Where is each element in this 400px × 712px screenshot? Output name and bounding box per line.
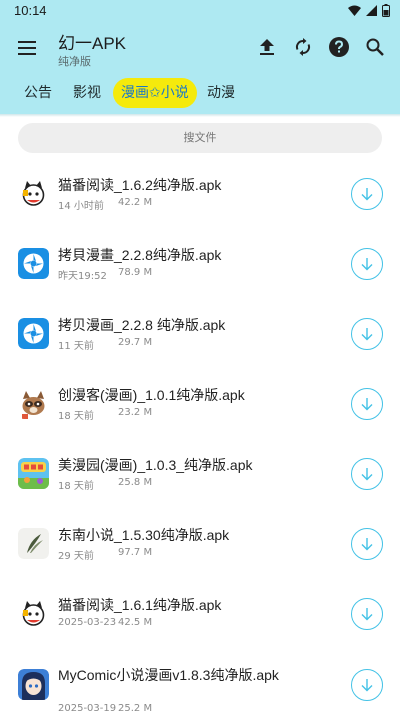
file-size: 42.5 M [118,617,153,628]
status-time: 10:14 [14,3,47,18]
download-button[interactable] [351,248,383,280]
download-icon [361,608,373,621]
copy-manga-icon [18,318,49,349]
file-time: 昨天19:52 [58,271,107,282]
signal-icon [366,5,377,16]
download-icon [361,188,373,201]
app-title: 幻一APK [58,34,127,53]
list-item[interactable]: 东南小说_1.5.30纯净版.apk 29 天前 97.7 M [0,508,400,578]
file-name: 东南小说_1.5.30纯净版.apk [58,527,230,543]
menu-button[interactable] [14,35,40,61]
file-size: 97.7 M [118,547,153,558]
hamburger-icon [18,41,36,55]
file-name: 猫番阅读_1.6.1纯净版.apk [58,597,222,613]
cat-reader-icon [18,178,49,209]
copy-manga-icon [18,248,49,279]
file-name: 拷貝漫畫_2.2.8纯净版.apk [58,247,222,263]
list-item[interactable]: 拷貝漫畫_2.2.8纯净版.apk 昨天19:52 78.9 M [0,228,400,298]
file-time: 2025-03-19 [58,703,117,712]
download-button[interactable] [351,318,383,350]
list-item[interactable]: MyComic小说漫画v1.8.3纯净版.apk 2025-03-19 25.2 … [0,655,400,712]
download-icon [361,538,373,551]
download-button[interactable] [351,178,383,210]
file-time: 29 天前 [58,551,94,562]
search-button[interactable] [364,36,386,58]
list-item[interactable]: 创漫客(漫画)_1.0.1纯净版.apk 18 天前 23.2 M [0,368,400,438]
refresh-button[interactable] [292,36,314,58]
file-name: 猫番阅读_1.6.2纯净版.apk [58,177,222,193]
status-icons [348,4,390,17]
app-subtitle: 纯净版 [58,55,91,68]
download-icon [361,398,373,411]
feather-icon [18,528,49,559]
list-item[interactable]: 拷贝漫画_2.2.8 纯净版.apk 11 天前 29.7 M [0,298,400,368]
file-name: 美漫园(漫画)_1.0.3_纯净版.apk [58,457,253,473]
file-size: 78.9 M [118,267,153,278]
download-button[interactable] [351,458,383,490]
status-bar: 10:14 [0,0,400,22]
file-size: 42.2 M [118,197,153,208]
search-icon [366,38,384,56]
download-button[interactable] [351,598,383,630]
download-icon [361,679,373,692]
list-item[interactable]: 猫番阅读_1.6.1纯净版.apk 2025-03-23 42.5 M [0,578,400,648]
download-icon [361,258,373,271]
download-button[interactable] [351,528,383,560]
tab-divider [0,114,400,117]
app-bar: 幻一APK 纯净版 [0,22,400,74]
file-time: 18 天前 [58,481,94,492]
list-item[interactable]: 猫番阅读_1.6.2纯净版.apk 14 小时前 42.2 M [0,158,400,228]
file-time: 18 天前 [58,411,94,422]
file-size: 23.2 M [118,407,153,418]
meimanyuan-icon [18,458,49,489]
file-size: 25.8 M [118,477,153,488]
download-icon [361,468,373,481]
download-button[interactable] [351,669,383,701]
tab-video[interactable]: 影视 [73,78,101,108]
upload-button[interactable] [256,36,278,58]
tab-comics-novels[interactable]: 漫画✩小说 [113,78,197,108]
download-button[interactable] [351,388,383,420]
file-time: 11 天前 [58,341,94,352]
upload-icon [260,39,274,55]
refresh-icon [295,38,311,56]
help-button[interactable] [328,36,350,58]
file-name: 创漫客(漫画)_1.0.1纯净版.apk [58,387,245,403]
cat-reader-icon [18,598,49,629]
search-input[interactable]: 搜文件 [18,123,382,153]
file-size: 25.2 M [118,703,153,712]
anime-girl-icon [18,669,49,700]
tab-announcements[interactable]: 公告 [24,78,52,108]
tab-anime[interactable]: 动漫 [207,78,235,108]
category-tabs: 公告 影视 漫画✩小说 动漫 [0,74,400,114]
file-name: 拷贝漫画_2.2.8 纯净版.apk [58,317,226,333]
raccoon-icon [18,388,49,419]
battery-icon [382,4,390,17]
file-name: MyComic小说漫画v1.8.3纯净版.apk [58,667,279,683]
wifi-icon [348,5,361,16]
file-size: 29.7 M [118,337,153,348]
help-icon [329,37,349,57]
list-item[interactable]: 美漫园(漫画)_1.0.3_纯净版.apk 18 天前 25.8 M [0,438,400,508]
download-icon [361,328,373,341]
file-time: 2025-03-23 [58,617,117,628]
file-time: 14 小时前 [58,201,104,212]
